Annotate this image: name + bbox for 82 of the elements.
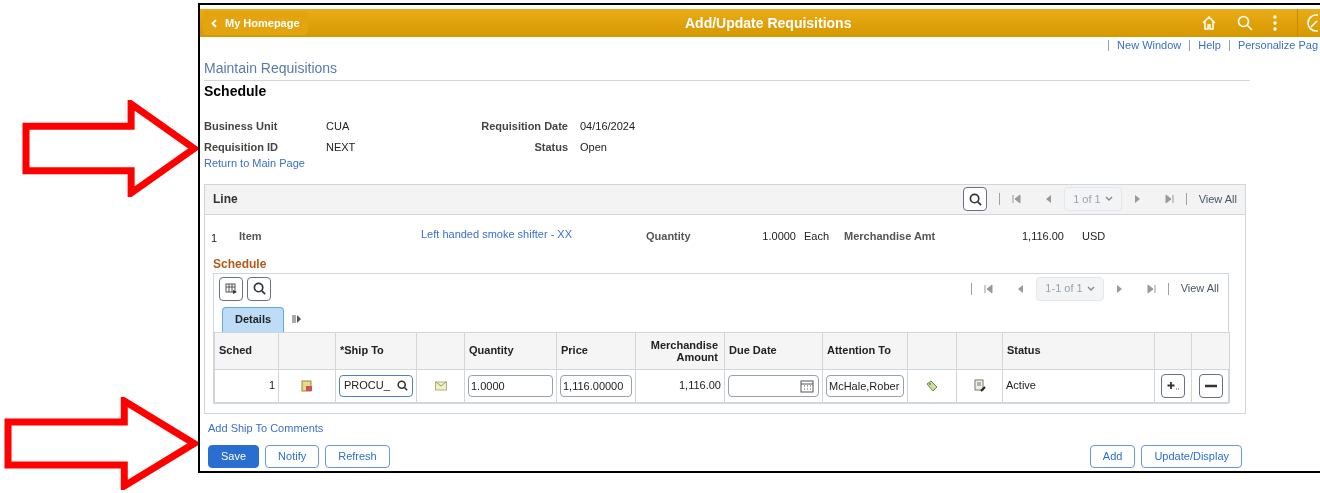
column-header: Attention To [827, 344, 891, 357]
date-field[interactable] [728, 374, 819, 397]
minus-icon [1204, 383, 1217, 388]
chevron-down-icon [1086, 285, 1095, 292]
field-label: Requisition ID [204, 139, 279, 155]
action-button[interactable]: Update/Display [1141, 445, 1242, 468]
table-icon [224, 282, 238, 295]
tab[interactable]: Details [222, 306, 285, 332]
input-field[interactable]: 1,116.00000 [560, 374, 632, 397]
action-button[interactable]: Notify [265, 445, 320, 468]
input-field[interactable]: 1.0000 [468, 374, 553, 397]
envelope-icon[interactable] [434, 380, 447, 391]
table-cell-text: 1,116.00 [678, 378, 721, 394]
column-header: *Ship To [340, 344, 384, 357]
search-icon[interactable] [397, 380, 408, 391]
section-title: Schedule [213, 255, 268, 273]
field-value: 1,116.00 [1021, 229, 1064, 245]
field-label: Business Unit [204, 119, 279, 134]
delete-row-button[interactable] [1198, 373, 1223, 398]
column-header: Status [1007, 344, 1041, 357]
field-label: Requisition Date [480, 119, 569, 134]
plus-icon [1167, 380, 1179, 391]
field-label: Merchandise Amt [844, 229, 937, 245]
comments-link[interactable]: Add Ship To Comments [208, 419, 1320, 436]
page-header-title: Add/Update Requisitions [685, 13, 852, 33]
item-link[interactable]: Left handed smoke shifter - XX [421, 226, 646, 243]
more-icon[interactable] [1273, 15, 1277, 31]
field-value: 04/16/2024 [580, 119, 637, 134]
action-button[interactable]: Save [208, 445, 260, 468]
field-label: Item [239, 229, 263, 245]
spreadsheet-icon[interactable] [301, 379, 313, 392]
header-link[interactable]: New Window [1108, 40, 1182, 51]
field-label: Status [533, 139, 569, 155]
search-button[interactable] [247, 276, 271, 301]
column-header: Price [561, 344, 588, 357]
document-edit-icon[interactable] [973, 379, 986, 392]
ship-to-field[interactable]: PROCU_ [339, 374, 413, 397]
grid-options-button[interactable] [219, 276, 243, 301]
table-cell: Active [1006, 379, 1036, 392]
calendar-icon[interactable] [800, 378, 814, 393]
compass-icon[interactable] [1306, 14, 1318, 32]
next-page-icon[interactable] [1133, 194, 1141, 204]
previous-page-icon[interactable] [1045, 194, 1053, 204]
action-button[interactable]: Add [1089, 445, 1136, 468]
field-value: 1.0000 [761, 229, 796, 245]
search-icon [968, 192, 982, 206]
field-value: USD [1082, 229, 1106, 245]
chevron-down-icon [1104, 196, 1113, 202]
action-button[interactable]: Refresh [325, 445, 390, 468]
column-header: Quantity [469, 344, 514, 357]
panel-title: Line [213, 191, 238, 208]
field-value: CUA [326, 119, 351, 134]
header-link[interactable]: Help [1189, 40, 1221, 51]
breadcrumb: Maintain Requisitions [204, 58, 1250, 81]
column-header: Merchandise Amount [650, 338, 718, 363]
field-value: Each [804, 229, 831, 245]
chevron-left-icon [211, 18, 217, 28]
return-link[interactable]: Return to Main Page [204, 155, 1250, 172]
field-value: Open [580, 139, 608, 155]
line-number: 1 [211, 231, 219, 247]
show-columns-icon[interactable] [292, 313, 303, 324]
column-header: Sched [219, 344, 252, 357]
header-link[interactable]: Personalize Pag [1228, 40, 1318, 51]
view-all-link[interactable]: View All [1198, 190, 1237, 208]
home-icon[interactable] [1201, 15, 1217, 31]
page-title: Schedule [204, 82, 268, 101]
first-page-icon[interactable] [1012, 194, 1022, 204]
search-icon [252, 282, 266, 295]
last-page-icon[interactable] [1146, 283, 1156, 294]
field-label: Quantity [646, 229, 692, 245]
field-value: NEXT [326, 139, 357, 155]
view-all-link[interactable]: View All [1180, 280, 1219, 297]
column-header: Due Date [729, 344, 777, 357]
last-page-icon[interactable] [1164, 194, 1174, 204]
add-row-button[interactable] [1161, 373, 1185, 398]
table-cell-text: 1 [267, 378, 275, 394]
previous-page-icon[interactable] [1017, 283, 1025, 294]
next-page-icon[interactable] [1115, 283, 1123, 294]
search-button[interactable] [963, 187, 988, 211]
first-page-icon[interactable] [984, 283, 994, 294]
input-field[interactable]: McHale,Rober [826, 374, 904, 397]
tag-icon[interactable] [926, 379, 938, 392]
